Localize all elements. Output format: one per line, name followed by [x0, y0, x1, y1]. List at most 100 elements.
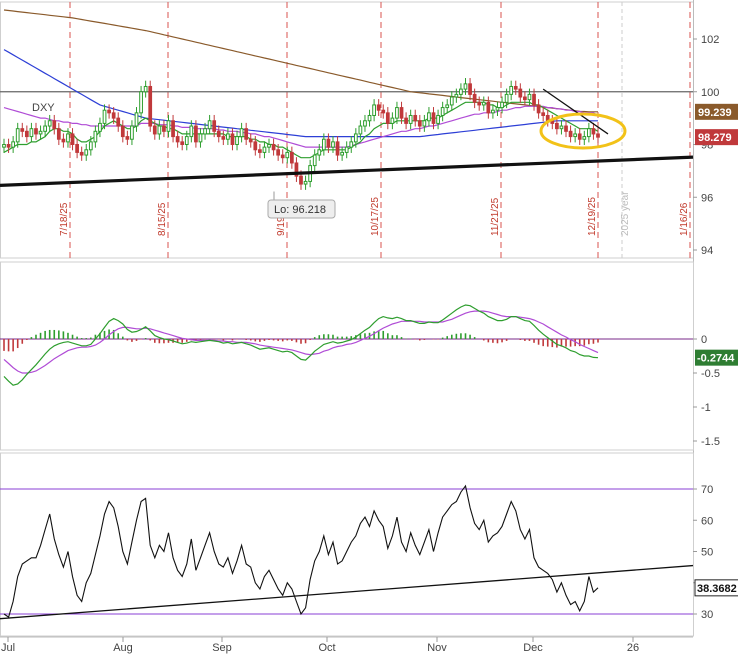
x-tick-label: Dec: [523, 642, 543, 654]
candle-body: [408, 114, 413, 124]
candle-body: [518, 88, 523, 98]
candle-body: [317, 149, 322, 156]
candle-body: [486, 101, 491, 114]
candle-body: [312, 154, 317, 167]
candle-body: [399, 107, 404, 119]
date-marker-label: 11/21/25: [490, 197, 501, 236]
candle-body: [468, 83, 472, 95]
candle-body: [509, 85, 514, 95]
candle-body: [38, 130, 43, 135]
candle-body: [267, 144, 271, 148]
candle-body: [84, 149, 89, 156]
candle-body: [495, 107, 500, 111]
candle-body: [504, 93, 509, 103]
candle-body: [125, 136, 130, 140]
candle-body: [56, 128, 61, 140]
candle-body: [143, 85, 148, 93]
candle-body: [303, 180, 308, 185]
candle-body: [102, 109, 107, 124]
candle-body: [239, 128, 244, 138]
macd-value-tag-label: -0.2744: [697, 353, 735, 365]
macd-layer: 0 -0.5 -1 -1.5 -0.2744: [0, 261, 738, 451]
candle-body: [157, 125, 162, 135]
candle-body: [523, 96, 527, 101]
low-annotation-text: Lo: 96.218: [274, 204, 326, 216]
candle-body: [93, 130, 98, 143]
date-marker-label: 1/16/26: [679, 202, 690, 236]
candle-body: [358, 125, 363, 135]
rsi-tick-label: 30: [701, 609, 713, 621]
price-panel: 7/18/25 8/15/25 9/19/25 10/17/25 11/21/25 12/…: [0, 0, 738, 636]
candle-body: [24, 130, 29, 138]
macd-panel: 0 -0.5 -1 -1.5 -0.2744: [0, 261, 738, 451]
candle-body: [577, 133, 582, 140]
candle-body: [413, 114, 418, 122]
rsi-layer: 304050607038.3682: [0, 452, 738, 637]
candle-body: [280, 154, 285, 159]
candle-body: [171, 120, 175, 138]
candle-body: [107, 109, 111, 114]
price-tick-label: 102: [701, 34, 719, 46]
candle-body: [88, 141, 93, 151]
price-layer: 7/18/25 8/15/25 9/19/25 10/17/25 11/21/25 12/…: [0, 0, 738, 636]
x-axis-layer: Jul Aug Sep Oct Nov Dec 26: [0, 636, 693, 654]
candle-body: [559, 125, 564, 130]
candle-body: [491, 109, 495, 114]
candle-body: [395, 107, 399, 119]
candle-body: [390, 117, 395, 124]
candle-body: [541, 112, 546, 116]
symbol-label: DXY: [32, 102, 55, 114]
candle-body: [130, 125, 134, 140]
rsi-trendline: [0, 564, 694, 620]
candle-body: [66, 133, 70, 143]
candle-body: [431, 112, 436, 124]
rsi-tick-label: 50: [701, 547, 713, 559]
candle-body: [70, 133, 75, 145]
candle-body: [289, 151, 294, 164]
date-marker-label: 8/15/25: [157, 202, 168, 236]
rsi-tick-label: 60: [701, 515, 713, 527]
candle-body: [344, 146, 349, 153]
chart-root: 7/18/25 8/15/25 9/19/25 10/17/25 11/21/25 12/…: [0, 0, 738, 654]
candle-body: [596, 133, 600, 138]
candle-body: [271, 144, 276, 151]
x-tick-label: Jul: [1, 642, 15, 654]
candle-body: [376, 104, 381, 111]
candle-body: [513, 85, 518, 90]
candle-body: [180, 141, 185, 146]
candle-body: [184, 136, 189, 145]
candle-body: [463, 83, 468, 90]
candle-body: [564, 125, 568, 132]
candle-body: [335, 141, 340, 156]
candle-body: [331, 141, 335, 148]
candle-body: [527, 93, 532, 101]
candle-body: [152, 125, 157, 135]
candle-body: [111, 112, 116, 119]
candle-body: [299, 175, 303, 185]
candle-body: [79, 151, 84, 156]
candle-body: [134, 112, 139, 127]
candle-body: [353, 133, 358, 143]
candle-body: [194, 125, 198, 143]
x-tick-label: 26: [627, 642, 639, 654]
x-axis: Jul Aug Sep Oct Nov Dec 26: [0, 636, 693, 654]
candle-body: [166, 120, 171, 132]
candle-body: [591, 128, 596, 135]
x-tick-label: Nov: [427, 642, 447, 654]
candle-body: [367, 114, 372, 122]
macd-tick-label: -0.5: [701, 368, 720, 380]
candle-body: [120, 125, 125, 138]
rsi-panel: 304050607038.3682: [0, 452, 738, 637]
candle-body: [226, 133, 230, 140]
rsi-tick-label: 70: [701, 484, 713, 496]
candle-body: [582, 136, 587, 140]
candle-body: [385, 112, 390, 124]
price-tick-label: 100: [701, 87, 719, 99]
candle-body: [230, 133, 235, 145]
candle-body: [340, 151, 344, 156]
candle-body: [15, 128, 20, 143]
candle-body: [363, 120, 367, 127]
price-tick-label: 96: [701, 192, 713, 204]
candle-body: [216, 130, 221, 138]
candle-body: [422, 120, 427, 127]
